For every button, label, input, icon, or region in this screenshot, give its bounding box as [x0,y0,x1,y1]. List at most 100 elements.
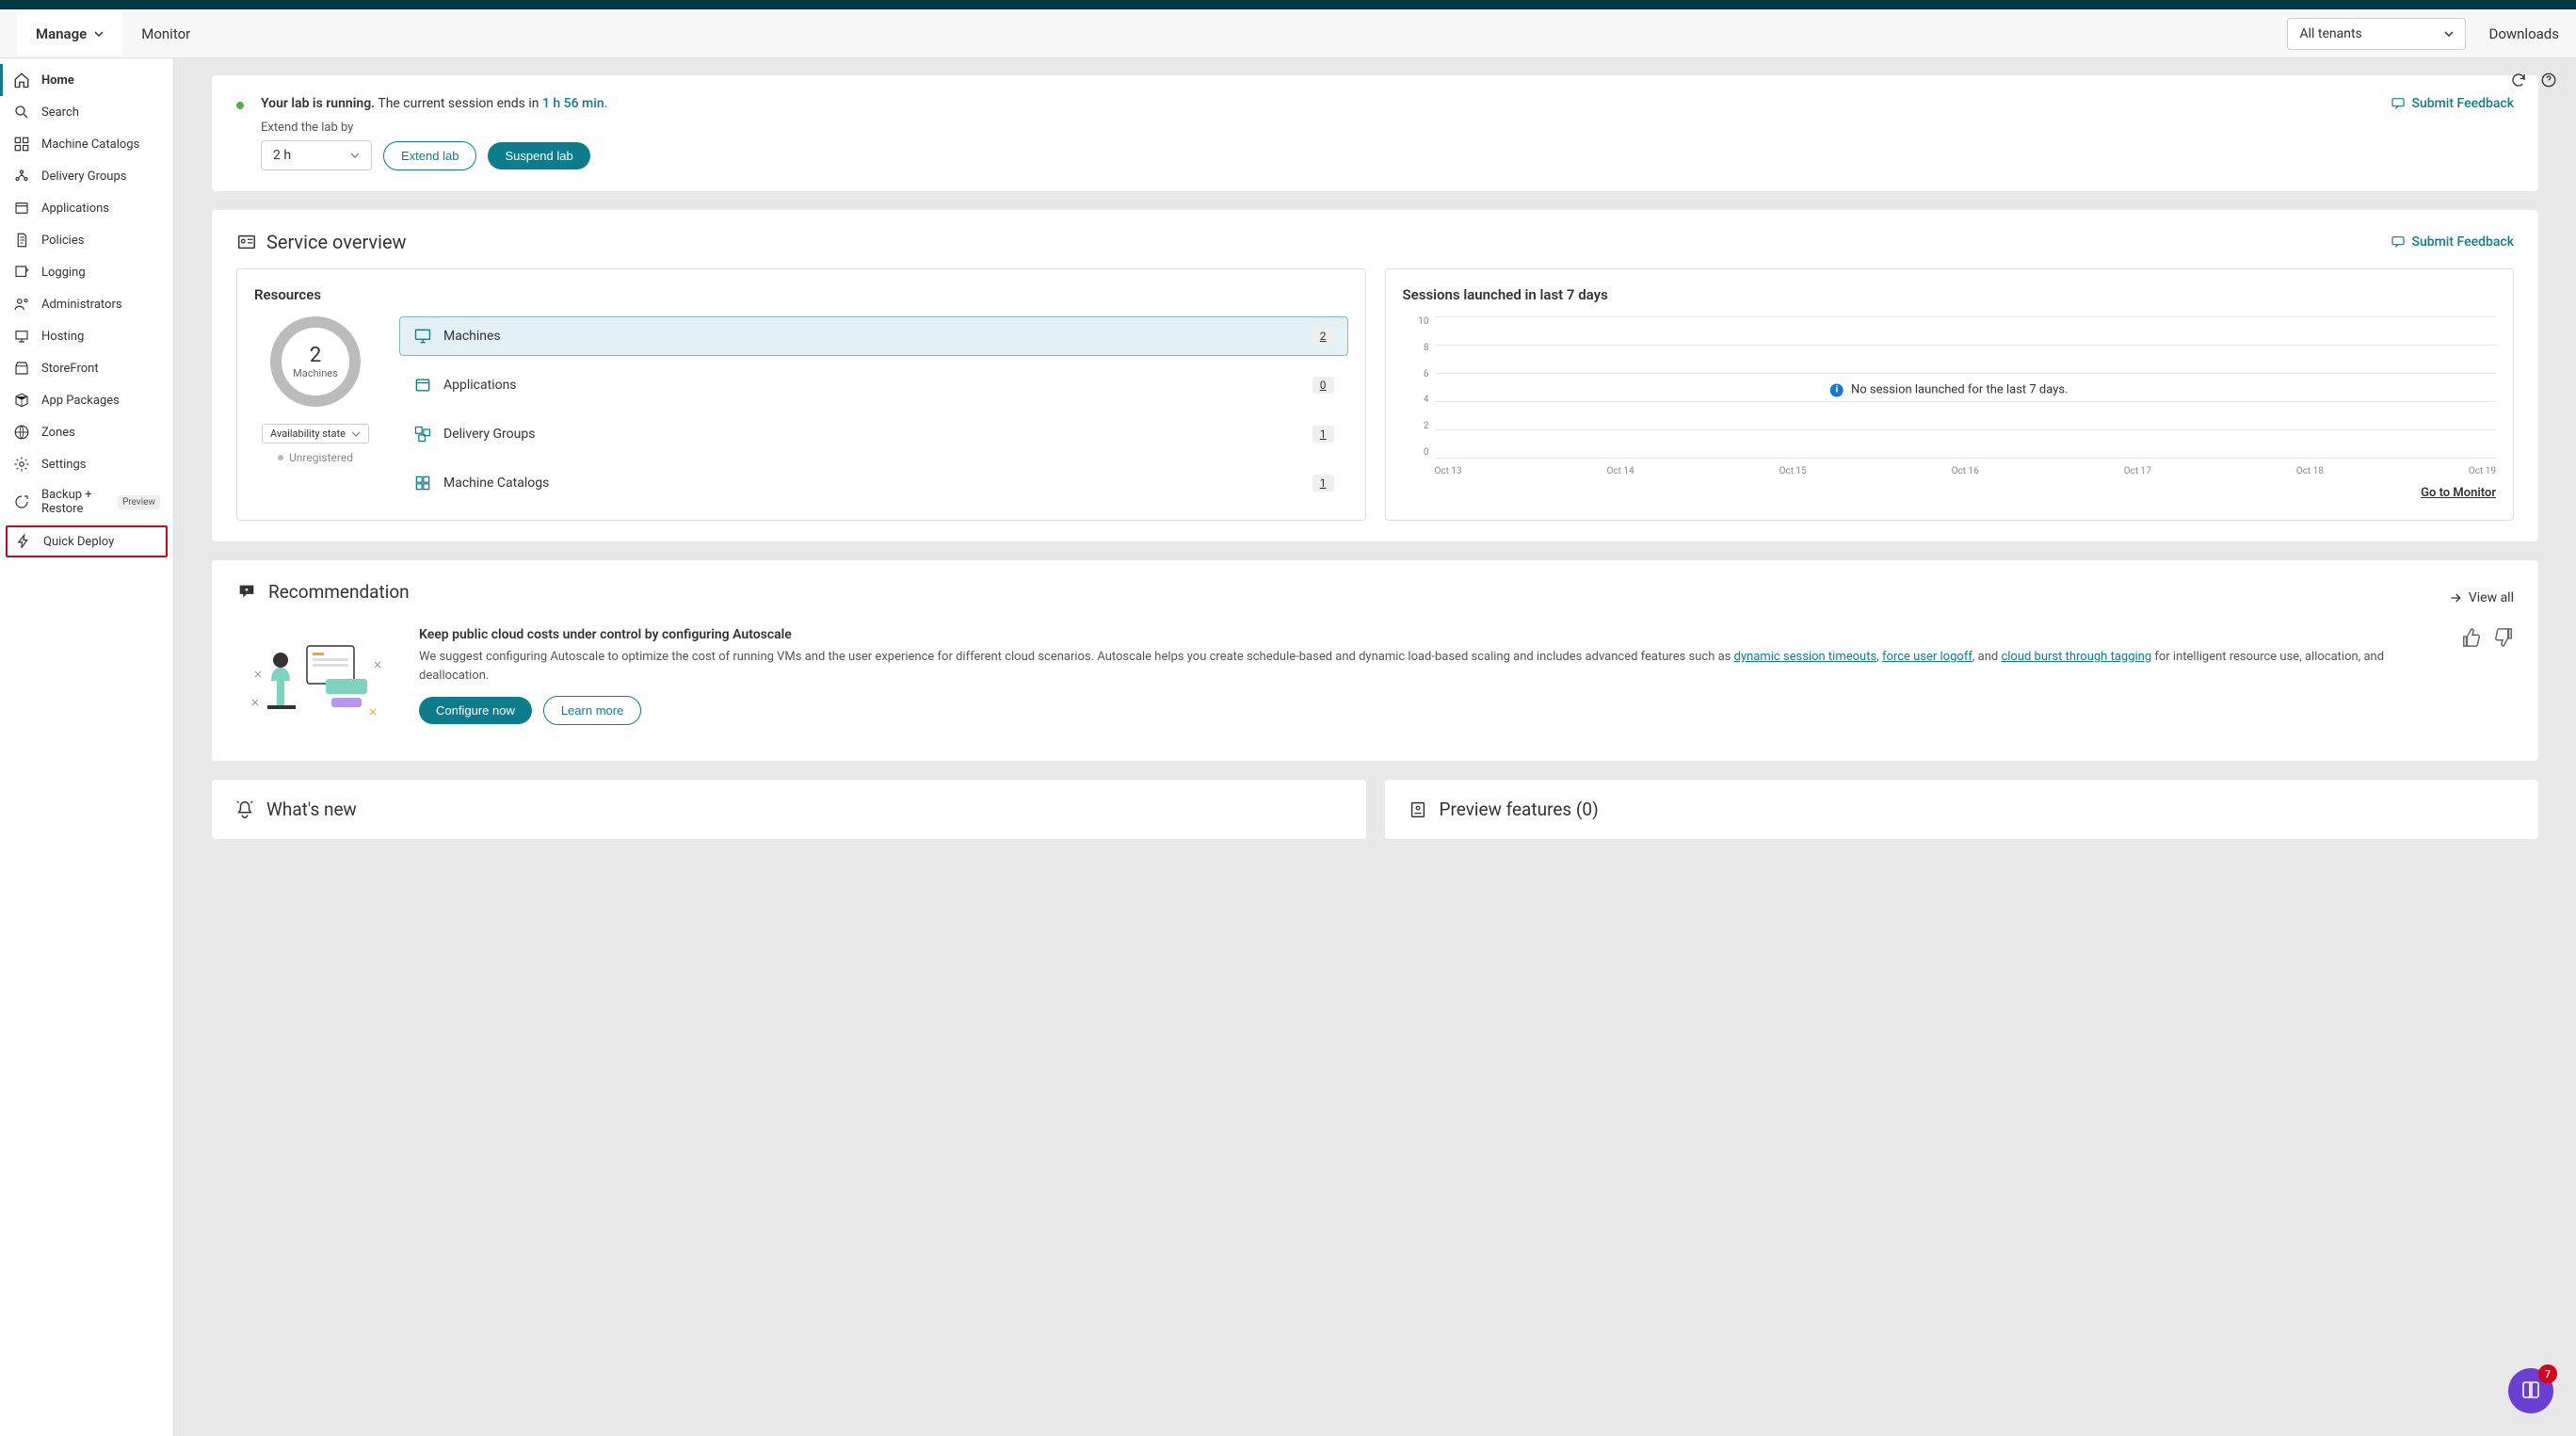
sidebar-item-policies[interactable]: Policies [0,224,173,256]
status-dot-running [236,102,244,109]
help-icon[interactable] [2540,72,2557,89]
sidebar-item-search[interactable]: Search [0,96,173,128]
resource-count[interactable]: 1 [1312,475,1334,492]
lab-status-text: Your lab is running. The current session… [261,96,2391,111]
bolt-icon [15,533,32,550]
sidebar-item-applications[interactable]: Applications [0,192,173,224]
preview-features-title: Preview features (0) [1440,799,1599,820]
sidebar-item-label: Delivery Groups [41,169,126,184]
submit-feedback-link[interactable]: Submit Feedback [2391,234,2514,250]
sidebar-item-delivery-groups[interactable]: Delivery Groups [0,160,173,192]
resources-panel: Resources 2 Machines Availability state [236,268,1366,521]
sidebar-item-backup-restore[interactable]: Backup + Restore Preview [0,480,173,524]
zones-icon [13,424,30,441]
sidebar: Home Search Machine Catalogs Delivery Gr… [0,58,174,1436]
tab-manage[interactable]: Manage [17,12,122,56]
package-icon [13,392,30,409]
tab-monitor-label: Monitor [141,25,190,42]
sidebar-item-label: Quick Deploy [43,535,114,549]
resource-row-machine-catalogs[interactable]: Machine Catalogs 1 [399,463,1348,503]
sidebar-item-settings[interactable]: Settings [0,448,173,480]
gear-icon [13,456,30,473]
tab-monitor[interactable]: Monitor [122,12,209,56]
app-icon [13,200,30,217]
backup-icon [13,493,30,510]
bell-icon [234,799,255,820]
help-fab[interactable]: 7 [2508,1368,2553,1413]
recommendation-card: Recommendation View all [212,560,2538,761]
storefront-icon [13,360,30,377]
tenant-selected-label: All tenants [2299,26,2361,41]
chevron-down-icon [351,429,361,439]
feedback-icon [2391,234,2406,250]
sidebar-item-administrators[interactable]: Administrators [0,288,173,320]
configure-now-button[interactable]: Configure now [419,697,532,724]
recommendation-illustration [236,627,396,740]
preview-features-card[interactable]: Preview features (0) [1385,780,2539,839]
preview-icon [1408,799,1428,820]
resource-label: Delivery Groups [443,427,1301,442]
sessions-panel: Sessions launched in last 7 days 1086420… [1385,268,2515,521]
info-icon: i [1830,383,1843,396]
link-force-logoff[interactable]: force user logoff [1882,650,1972,664]
recommendation-text: We suggest configuring Autoscale to opti… [419,648,2439,685]
resource-row-delivery-groups[interactable]: Delivery Groups 1 [399,414,1348,454]
sessions-chart: 1086420 Oct 13Oct 14Oct 15Oct 16Oct 17Oc… [1403,316,2497,476]
submit-feedback-link[interactable]: Submit Feedback [2391,96,2514,111]
suspend-lab-button[interactable]: Suspend lab [488,142,589,169]
sidebar-item-app-packages[interactable]: App Packages [0,384,173,416]
sidebar-item-label: Zones [41,426,75,440]
whats-new-title: What's new [266,799,357,820]
tenant-select[interactable]: All tenants [2287,18,2466,50]
downloads-link[interactable]: Downloads [2488,25,2559,42]
sidebar-item-hosting[interactable]: Hosting [0,320,173,352]
thumbs-down-icon[interactable] [2493,627,2514,648]
arrow-right-icon [2448,590,2463,605]
sidebar-item-label: Applications [41,202,109,216]
sidebar-item-storefront[interactable]: StoreFront [0,352,173,384]
thumbs-up-icon[interactable] [2461,627,2482,648]
book-icon [2520,1380,2542,1402]
link-cloud-burst[interactable]: cloud burst through tagging [2001,650,2151,664]
service-overview-card: Service overview Submit Feedback Resourc… [212,210,2538,541]
resource-count[interactable]: 2 [1312,328,1334,345]
fab-badge: 7 [2538,1364,2557,1383]
hosting-icon [13,328,30,345]
sidebar-item-home[interactable]: Home [0,64,173,96]
policy-icon [13,232,30,249]
sidebar-item-logging[interactable]: Logging [0,256,173,288]
sidebar-item-label: Settings [41,458,86,472]
go-to-monitor-link[interactable]: Go to Monitor [1403,486,2497,500]
resource-count[interactable]: 0 [1312,377,1334,394]
resource-row-machines[interactable]: Machines 2 [399,316,1348,356]
chevron-down-icon [350,151,360,160]
sidebar-item-zones[interactable]: Zones [0,416,173,448]
view-all-link[interactable]: View all [2448,590,2514,605]
lab-status-card: Your lab is running. The current session… [212,75,2538,191]
sidebar-item-label: App Packages [41,394,120,408]
main-content: Your lab is running. The current session… [174,58,2576,1436]
extend-lab-button[interactable]: Extend lab [383,141,476,170]
sidebar-item-label: Search [41,105,79,120]
recommendation-icon [236,582,257,603]
catalog-icon [13,136,30,153]
sidebar-item-machine-catalogs[interactable]: Machine Catalogs [0,128,173,160]
sidebar-item-quick-deploy[interactable]: Quick Deploy [6,525,168,557]
resource-count[interactable]: 1 [1312,426,1334,443]
resource-row-applications[interactable]: Applications 0 [399,365,1348,405]
top-nav: Manage Monitor All tenants Downloads [0,9,2576,58]
refresh-icon[interactable] [2510,72,2527,89]
overview-icon [236,232,257,252]
link-dynamic-timeouts[interactable]: dynamic session timeouts [1734,650,1877,664]
learn-more-button[interactable]: Learn more [543,696,641,725]
sidebar-item-label: StoreFront [41,362,99,376]
availability-state-select[interactable]: Availability state [262,424,369,444]
extend-hours-select[interactable]: 2 h [261,140,372,170]
resources-donut: 2 Machines [270,316,361,407]
group-icon [413,425,432,444]
sidebar-item-label: Backup + Restore [41,488,103,516]
recommendation-title: Keep public cloud costs under control by… [419,627,2439,642]
admin-icon [13,296,30,313]
monitor-icon [413,327,432,346]
whats-new-card[interactable]: What's new [212,780,1366,839]
